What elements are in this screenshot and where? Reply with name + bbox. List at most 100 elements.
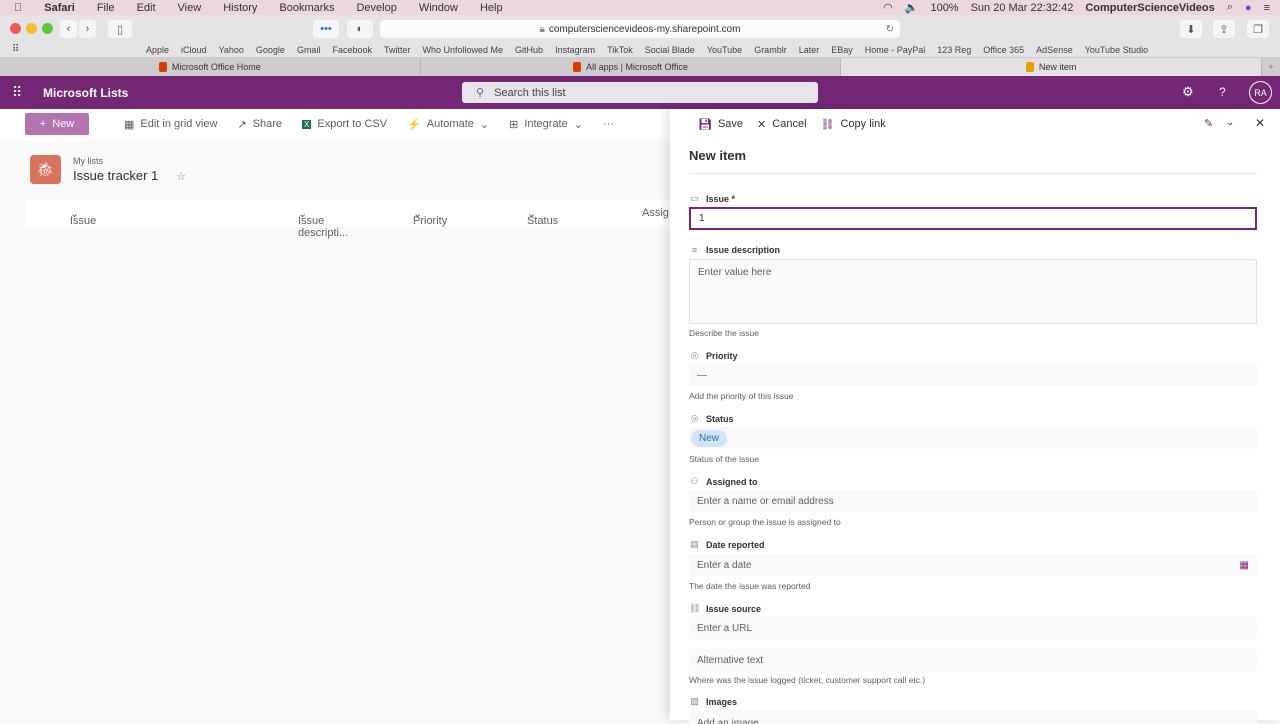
- minimize-window-button[interactable]: [26, 23, 37, 34]
- browser-tab[interactable]: Microsoft Office Home: [0, 58, 421, 76]
- issue-input[interactable]: 1: [689, 207, 1257, 230]
- tabs-overview-icon[interactable]: ❐: [1247, 20, 1269, 38]
- bug-icon: 🐞︎: [30, 155, 61, 184]
- bookmark[interactable]: Facebook: [332, 45, 372, 55]
- app-launcher-icon[interactable]: ⠿: [12, 84, 22, 101]
- column-header-status[interactable]: Status ⌄: [527, 207, 558, 227]
- bookmark[interactable]: Google: [256, 45, 285, 55]
- browser-tab-active[interactable]: New item: [841, 58, 1263, 76]
- chevron-down-icon[interactable]: ⌄: [1226, 117, 1234, 128]
- bookmark[interactable]: EBay: [831, 45, 853, 55]
- forward-button[interactable]: ›: [79, 20, 96, 38]
- column-header-issue[interactable]: Issue ⌄: [70, 207, 96, 227]
- menu-view[interactable]: View: [178, 2, 202, 14]
- automate-label: Automate: [426, 118, 474, 130]
- bookmark[interactable]: Later: [799, 45, 820, 55]
- volume-icon[interactable]: 🔈: [905, 1, 919, 14]
- bookmark[interactable]: Social Blade: [645, 45, 695, 55]
- column-header-assigned[interactable]: Assig: [642, 207, 669, 219]
- bookmark[interactable]: YouTube Studio: [1085, 45, 1148, 55]
- share-button[interactable]: ↗ Share: [237, 118, 282, 131]
- browser-tab[interactable]: All apps | Microsoft Office: [421, 58, 842, 76]
- bookmark[interactable]: Who Unfollowed Me: [423, 45, 504, 55]
- status-dropdown[interactable]: New: [689, 427, 1257, 449]
- new-button[interactable]: + New: [25, 113, 89, 135]
- breadcrumb[interactable]: My lists: [73, 156, 103, 166]
- bookmark[interactable]: Home - PayPal: [865, 45, 926, 55]
- assigned-help: Person or group the issue is assigned to: [689, 517, 841, 527]
- edit-form-icon[interactable]: ✎: [1204, 117, 1213, 130]
- wifi-icon[interactable]: ◠: [883, 1, 893, 14]
- priority-dropdown[interactable]: —: [689, 364, 1257, 386]
- menu-history[interactable]: History: [223, 2, 257, 14]
- date-input[interactable]: Enter a date ▦: [689, 554, 1257, 576]
- assigned-input[interactable]: Enter a name or email address: [689, 490, 1257, 512]
- bookmark[interactable]: Instagram: [555, 45, 595, 55]
- source-alt-text-input[interactable]: Alternative text: [689, 649, 1257, 671]
- bookmark[interactable]: GitHub: [515, 45, 543, 55]
- save-button[interactable]: 💾︎ Save: [698, 118, 743, 131]
- apple-icon[interactable]: : [14, 2, 22, 14]
- bookmark[interactable]: Gramblr: [754, 45, 787, 55]
- extensions-icon[interactable]: •••: [313, 20, 339, 38]
- bookmark[interactable]: Yahoo: [219, 45, 244, 55]
- bookmark[interactable]: TikTok: [607, 45, 633, 55]
- privacy-shield-icon[interactable]: ◐: [347, 20, 373, 38]
- settings-gear-icon[interactable]: ⚙: [1182, 84, 1194, 100]
- menu-window[interactable]: Window: [419, 2, 458, 14]
- close-panel-icon[interactable]: ✕: [1255, 116, 1265, 130]
- control-center-icon[interactable]: ≡: [1264, 2, 1270, 14]
- back-button[interactable]: ‹: [60, 20, 77, 38]
- bookmark[interactable]: iCloud: [181, 45, 207, 55]
- export-csv-button[interactable]: X Export to CSV: [302, 118, 387, 130]
- bookmark[interactable]: AdSense: [1036, 45, 1073, 55]
- menu-help[interactable]: Help: [480, 2, 503, 14]
- spotlight-icon[interactable]: ⌕: [1227, 1, 1233, 14]
- close-window-button[interactable]: [10, 23, 21, 34]
- share-icon[interactable]: ⇪: [1213, 20, 1235, 38]
- bookmark[interactable]: Twitter: [384, 45, 411, 55]
- list-title[interactable]: Issue tracker 1: [73, 168, 158, 183]
- user-name[interactable]: ComputerScienceVideos: [1085, 2, 1214, 14]
- menu-develop[interactable]: Develop: [356, 2, 396, 14]
- menu-edit[interactable]: Edit: [137, 2, 156, 14]
- downloads-icon[interactable]: ⬇: [1180, 20, 1202, 38]
- bookmark[interactable]: YouTube: [707, 45, 742, 55]
- bookmark[interactable]: Apple: [146, 45, 169, 55]
- automate-button[interactable]: ⚡ Automate ⌄: [407, 118, 489, 131]
- menu-safari[interactable]: Safari: [44, 2, 75, 14]
- bookmark[interactable]: Gmail: [297, 45, 321, 55]
- status-badge: New: [691, 429, 728, 447]
- calendar-picker-icon[interactable]: ▦: [1240, 560, 1249, 571]
- column-header-priority[interactable]: Priority ⌄: [413, 207, 447, 227]
- integrate-button[interactable]: ⊞ Integrate ⌄: [509, 118, 583, 131]
- copy-link-button[interactable]: ⛓ Copy link: [821, 118, 886, 131]
- clock[interactable]: Sun 20 Mar 22:32:42: [971, 2, 1074, 14]
- grid-icon[interactable]: ⠿: [12, 44, 19, 55]
- more-button[interactable]: ···: [603, 118, 614, 130]
- person-icon: ⚇: [690, 476, 699, 486]
- help-icon[interactable]: ?: [1219, 85, 1226, 99]
- add-image-button[interactable]: Add an image: [689, 710, 1257, 724]
- search-input[interactable]: ⚲ Search this list: [462, 82, 818, 103]
- column-header-description[interactable]: Issue descripti... ⌄: [298, 207, 348, 239]
- address-bar[interactable]: 🔒︎ computersciencevideos-my.sharepoint.co…: [380, 20, 900, 38]
- bookmark[interactable]: Office 365: [983, 45, 1024, 55]
- sidebar-icon[interactable]: ▯: [108, 20, 132, 38]
- description-textarea[interactable]: Enter value here: [689, 259, 1257, 324]
- bookmark[interactable]: 123 Reg: [937, 45, 971, 55]
- menu-bookmarks[interactable]: Bookmarks: [279, 2, 334, 14]
- favorite-star-icon[interactable]: ☆: [176, 170, 186, 183]
- avatar[interactable]: RA: [1249, 81, 1272, 104]
- menu-file[interactable]: File: [97, 2, 115, 14]
- edit-grid-view-button[interactable]: ▦ Edit in grid view: [124, 118, 217, 131]
- zoom-window-button[interactable]: [42, 23, 53, 34]
- cancel-button[interactable]: ✕ Cancel: [757, 118, 806, 131]
- reload-icon[interactable]: ↻: [886, 24, 894, 35]
- siri-icon[interactable]: ●: [1245, 2, 1252, 14]
- source-url-input[interactable]: Enter a URL: [689, 617, 1257, 639]
- plus-icon: +: [39, 118, 47, 130]
- battery-text[interactable]: 100%: [930, 2, 958, 14]
- app-title[interactable]: Microsoft Lists: [43, 86, 128, 100]
- new-tab-button[interactable]: +: [1262, 58, 1280, 76]
